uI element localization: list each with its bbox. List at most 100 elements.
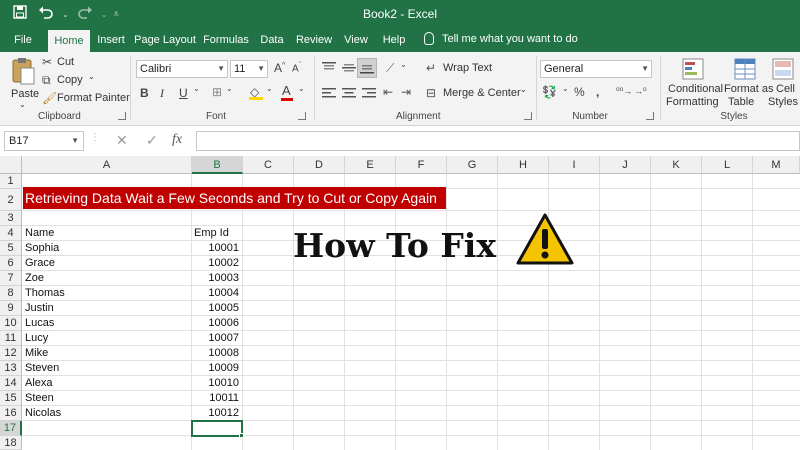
cell-name[interactable]: Grace xyxy=(23,256,191,271)
active-cell-b17[interactable] xyxy=(191,420,243,437)
row-header-8[interactable]: 8 xyxy=(0,286,22,301)
align-middle-icon[interactable] xyxy=(342,62,356,74)
font-launcher-icon[interactable] xyxy=(298,112,306,120)
fill-handle[interactable] xyxy=(239,433,244,438)
cell-emp-id[interactable]: 10006 xyxy=(192,316,242,331)
tab-page-layout[interactable]: Page Layout xyxy=(134,28,196,52)
align-right-icon[interactable] xyxy=(362,88,376,98)
cell-name[interactable]: Mike xyxy=(23,346,191,361)
font-color-dropdown-icon[interactable]: ⌄ xyxy=(298,84,305,93)
font-size-select[interactable]: 11 ▼ xyxy=(230,60,268,78)
column-header-a[interactable]: A xyxy=(22,156,192,174)
orientation-icon[interactable]: ⟋ xyxy=(386,61,394,76)
cell-styles-button[interactable]: Cell Styles xyxy=(766,56,800,108)
cell-emp-id[interactable]: 10002 xyxy=(192,256,242,271)
borders-dropdown-icon[interactable]: ⌄ xyxy=(226,84,233,93)
cell-name[interactable]: Steven xyxy=(23,361,191,376)
borders-icon[interactable]: ⊞ xyxy=(212,85,222,99)
row-header-4[interactable]: 4 xyxy=(0,226,22,241)
increase-decimal-icon[interactable]: ⁰⁰→ xyxy=(616,86,632,97)
number-format-select[interactable]: General ▼ xyxy=(540,60,652,78)
row-header-5[interactable]: 5 xyxy=(0,241,22,256)
format-painter-button[interactable]: 🖌 Format Painter xyxy=(42,91,130,107)
row-header-18[interactable]: 18 xyxy=(0,436,22,450)
tab-insert[interactable]: Insert xyxy=(94,28,128,52)
row-header-2[interactable]: 2 xyxy=(0,189,22,211)
cell-emp-id[interactable]: 10001 xyxy=(192,241,242,256)
row-header-14[interactable]: 14 xyxy=(0,376,22,391)
enter-icon[interactable]: ✓ xyxy=(146,132,158,149)
cell-emp-id[interactable]: 10010 xyxy=(192,376,242,391)
currency-dropdown-icon[interactable]: ⌄ xyxy=(562,84,569,93)
percent-icon[interactable]: % xyxy=(574,85,585,99)
tab-formulas[interactable]: Formulas xyxy=(202,28,250,52)
tab-view[interactable]: View xyxy=(340,28,372,52)
cell-name[interactable]: Sophia xyxy=(23,241,191,256)
row-header-13[interactable]: 13 xyxy=(0,361,22,376)
merge-center-button[interactable]: ⊟ Merge & Center ⌄ xyxy=(426,85,530,102)
row-header-9[interactable]: 9 xyxy=(0,301,22,316)
align-center-icon[interactable] xyxy=(342,88,356,98)
row-header-11[interactable]: 11 xyxy=(0,331,22,346)
paste-button[interactable]: Paste ⌄ xyxy=(6,56,40,109)
fill-color-icon[interactable]: ◇ xyxy=(248,85,264,101)
column-header-f[interactable]: F xyxy=(396,156,447,174)
row-header-16[interactable]: 16 xyxy=(0,406,22,421)
cell-name[interactable]: Thomas xyxy=(23,286,191,301)
decrease-decimal-icon[interactable]: →⁰ xyxy=(634,86,647,97)
tab-file[interactable]: File xyxy=(6,28,40,52)
cell-name[interactable]: Justin xyxy=(23,301,191,316)
select-all-button[interactable] xyxy=(0,156,22,174)
number-launcher-icon[interactable] xyxy=(646,112,654,120)
underline-button[interactable]: U xyxy=(179,86,188,100)
tab-help[interactable]: Help xyxy=(378,28,410,52)
row-header-15[interactable]: 15 xyxy=(0,391,22,406)
italic-button[interactable]: I xyxy=(160,86,164,101)
column-header-m[interactable]: M xyxy=(753,156,800,174)
cell-name[interactable]: Steen xyxy=(23,391,191,406)
banner-cell-a2[interactable]: Retrieving Data Wait a Few Seconds and T… xyxy=(23,187,446,209)
cell-emp-id[interactable]: 10009 xyxy=(192,361,242,376)
row-header-6[interactable]: 6 xyxy=(0,256,22,271)
row-header-1[interactable]: 1 xyxy=(0,174,22,189)
tab-data[interactable]: Data xyxy=(256,28,288,52)
insert-function-icon[interactable]: fx xyxy=(172,132,182,148)
tab-home[interactable]: Home xyxy=(48,30,90,52)
row-header-12[interactable]: 12 xyxy=(0,346,22,361)
column-header-c[interactable]: C xyxy=(243,156,294,174)
bold-button[interactable]: B xyxy=(140,86,149,100)
cell-name[interactable]: Nicolas xyxy=(23,406,191,421)
comma-style-icon[interactable]: , xyxy=(596,85,599,99)
column-header-d[interactable]: D xyxy=(294,156,345,174)
row-header-7[interactable]: 7 xyxy=(0,271,22,286)
cell-emp-id[interactable]: 10005 xyxy=(192,301,242,316)
align-bottom-button[interactable] xyxy=(357,58,377,78)
fill-color-dropdown-icon[interactable]: ⌄ xyxy=(266,84,273,93)
cell-b4[interactable]: Emp Id xyxy=(192,226,242,241)
cell-emp-id[interactable]: 10012 xyxy=(192,406,242,421)
column-header-l[interactable]: L xyxy=(702,156,753,174)
increase-font-size-icon[interactable]: A^ xyxy=(274,61,285,75)
copy-button[interactable]: ⧉ Copy ⌄ xyxy=(42,72,112,89)
wrap-text-button[interactable]: ↵ Wrap Text xyxy=(426,61,510,77)
alignment-launcher-icon[interactable] xyxy=(524,112,532,120)
currency-icon[interactable]: 💱 xyxy=(542,85,557,99)
clipboard-launcher-icon[interactable] xyxy=(118,112,126,120)
cell-name[interactable]: Lucy xyxy=(23,331,191,346)
column-header-j[interactable]: J xyxy=(600,156,651,174)
increase-indent-icon[interactable]: ⇥ xyxy=(401,85,411,99)
column-header-g[interactable]: G xyxy=(447,156,498,174)
cell-name[interactable]: Alexa xyxy=(23,376,191,391)
cell-emp-id[interactable]: 10011 xyxy=(192,391,242,406)
cell-name[interactable]: Lucas xyxy=(23,316,191,331)
font-color-icon[interactable]: A xyxy=(280,83,294,101)
cell-emp-id[interactable]: 10003 xyxy=(192,271,242,286)
cell-emp-id[interactable]: 10004 xyxy=(192,286,242,301)
decrease-font-size-icon[interactable]: Aˇ xyxy=(292,62,301,74)
column-header-e[interactable]: E xyxy=(345,156,396,174)
tab-review[interactable]: Review xyxy=(294,28,334,52)
cell-emp-id[interactable]: 10007 xyxy=(192,331,242,346)
cancel-icon[interactable]: ✕ xyxy=(116,132,128,149)
format-as-table-button[interactable]: Format as Table xyxy=(722,56,774,108)
orientation-dropdown-icon[interactable]: ⌄ xyxy=(400,60,407,69)
